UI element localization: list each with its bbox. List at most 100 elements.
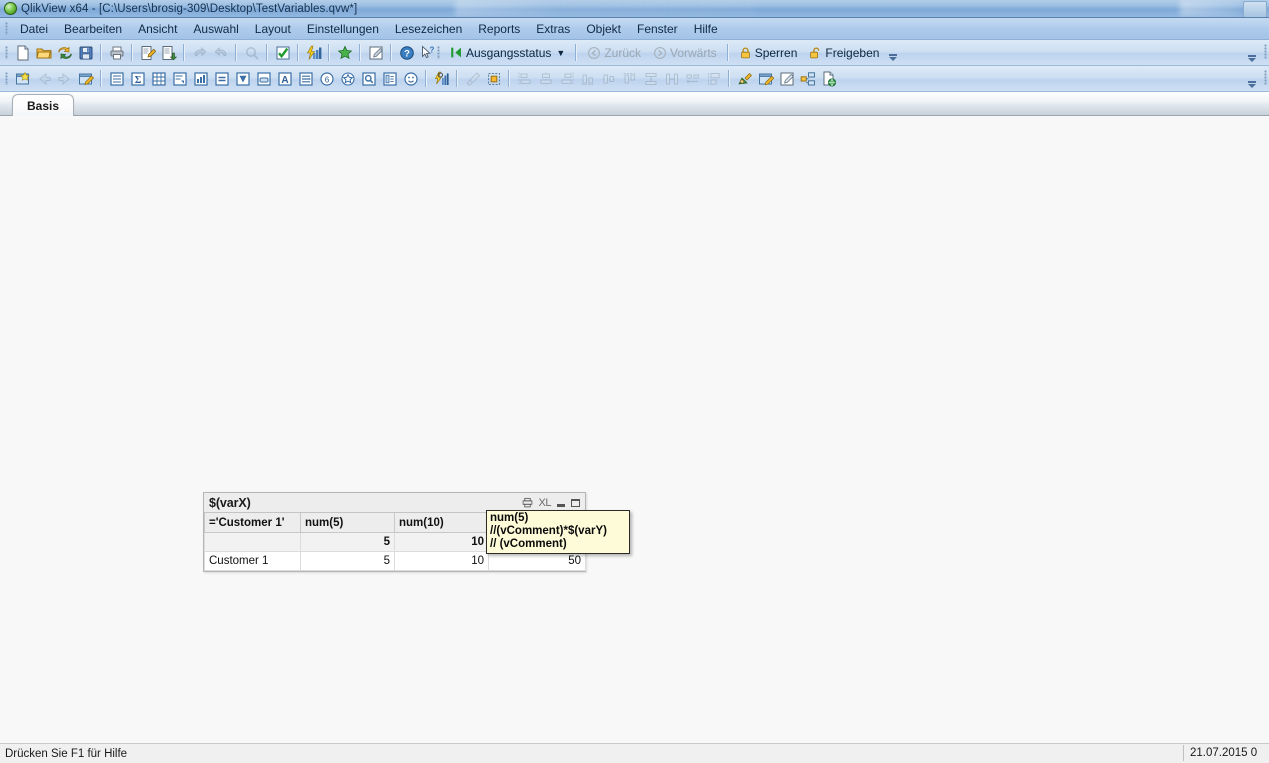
align-middle-icon[interactable] <box>598 68 619 89</box>
promote-sheet-left-icon[interactable] <box>33 68 54 89</box>
new-chart-icon[interactable] <box>190 68 211 89</box>
clear-state-button[interactable]: Ausgangsstatus ▼ <box>444 42 571 63</box>
new-current-selections-box-icon[interactable] <box>232 68 253 89</box>
new-line-arrow-icon[interactable] <box>295 68 316 89</box>
column-header-expression-1[interactable]: num(5) <box>300 513 395 533</box>
undo-icon[interactable] <box>189 42 210 63</box>
svg-text:6: 6 <box>324 75 329 84</box>
new-search-object-icon[interactable] <box>358 68 379 89</box>
design-toolbar-overflow-button[interactable] <box>1246 68 1258 89</box>
new-sheet-icon[interactable] <box>12 68 33 89</box>
cell-dimension[interactable]: Customer 1 <box>204 551 301 571</box>
document-properties-icon[interactable] <box>755 68 776 89</box>
align-bottom-icon[interactable] <box>577 68 598 89</box>
menu-item-layout[interactable]: Layout <box>247 20 299 38</box>
print-object-icon[interactable] <box>522 497 533 508</box>
column-header-expression-2[interactable]: num(10) <box>394 513 489 533</box>
new-text-object-icon[interactable]: A <box>274 68 295 89</box>
properties-icon[interactable] <box>431 68 452 89</box>
new-statistics-box-icon[interactable]: Σ <box>127 68 148 89</box>
publish-icon[interactable] <box>818 68 839 89</box>
toolbar-separator <box>100 44 102 61</box>
current-selections-icon[interactable] <box>272 42 293 63</box>
minimize-object-icon[interactable] <box>557 504 565 507</box>
distribute-vertical-icon[interactable] <box>640 68 661 89</box>
new-bookmark-object-icon[interactable] <box>337 68 358 89</box>
chevron-down-icon[interactable]: ▼ <box>556 48 565 58</box>
menu-item-auswahl[interactable]: Auswahl <box>185 20 246 38</box>
new-listbox-icon[interactable] <box>106 68 127 89</box>
reload-icon[interactable] <box>54 42 75 63</box>
align-top-icon[interactable] <box>619 68 640 89</box>
favorites-star-icon[interactable] <box>334 42 355 63</box>
activate-all-icon[interactable] <box>483 68 504 89</box>
new-multi-box-icon[interactable] <box>169 68 190 89</box>
menu-item-fenster[interactable]: Fenster <box>629 20 686 38</box>
new-container-icon[interactable] <box>379 68 400 89</box>
menu-item-hilfe[interactable]: Hilfe <box>686 20 726 38</box>
menu-item-bearbeiten[interactable]: Bearbeiten <box>56 20 130 38</box>
sheet-properties-icon[interactable] <box>75 68 96 89</box>
chart-wizard-icon[interactable] <box>303 42 324 63</box>
sheet-tab-strip: Basis <box>0 92 1269 116</box>
export-to-excel-icon[interactable]: XL <box>539 497 552 509</box>
forward-button[interactable]: Vorwärts <box>647 42 723 63</box>
new-input-box-icon[interactable] <box>211 68 232 89</box>
align-left-icon[interactable] <box>514 68 535 89</box>
sheet-work-area[interactable]: $(varX) XL ='Customer 1' num(5) num(10) … <box>0 116 1269 743</box>
cell-expression-2[interactable]: 10 <box>394 551 489 571</box>
sheet-tab-basis[interactable]: Basis <box>12 94 75 116</box>
menu-item-reports[interactable]: Reports <box>470 20 528 38</box>
help-icon[interactable]: ? <box>396 42 417 63</box>
navigation-toolbar-overflow-button[interactable] <box>885 42 901 63</box>
navigation-toolbar-grip[interactable] <box>437 46 440 59</box>
sheet-object-links-icon[interactable] <box>797 68 818 89</box>
cell-expression-3[interactable]: 50 <box>488 551 586 571</box>
total-cell-expression-1: 5 <box>300 532 395 552</box>
menu-bar-grip[interactable] <box>5 22 8 35</box>
align-center-h-icon[interactable] <box>535 68 556 89</box>
save-icon[interactable] <box>75 42 96 63</box>
menu-item-objekt[interactable]: Objekt <box>578 20 629 38</box>
align-right-icon[interactable] <box>556 68 577 89</box>
clear-formatting-icon[interactable] <box>462 68 483 89</box>
menu-item-extras[interactable]: Extras <box>528 20 578 38</box>
menu-item-ansicht[interactable]: Ansicht <box>130 20 185 38</box>
svg-text:A: A <box>281 75 288 86</box>
menu-item-einstellungen[interactable]: Einstellungen <box>299 20 387 38</box>
window-controls-button[interactable] <box>1243 1 1267 17</box>
cell-expression-1[interactable]: 5 <box>300 551 395 571</box>
table-row[interactable]: Customer 1 5 10 50 <box>204 551 586 571</box>
standard-toolbar-right-grip[interactable] <box>1264 44 1267 59</box>
redo-icon[interactable] <box>210 42 231 63</box>
back-button[interactable]: Zurück <box>581 42 647 63</box>
new-slider-calendar-icon[interactable]: 6 <box>316 68 337 89</box>
column-header-dimension[interactable]: ='Customer 1' <box>204 513 301 533</box>
standard-toolbar-grip[interactable] <box>5 46 8 59</box>
promote-sheet-right-icon[interactable] <box>54 68 75 89</box>
search-icon[interactable] <box>241 42 262 63</box>
edit-module-icon[interactable] <box>365 42 386 63</box>
new-table-box-icon[interactable] <box>148 68 169 89</box>
distribute-horizontal-icon[interactable] <box>661 68 682 89</box>
edit-script-icon[interactable] <box>137 42 158 63</box>
new-button-icon[interactable] <box>253 68 274 89</box>
open-document-icon[interactable] <box>33 42 54 63</box>
user-preferences-icon[interactable] <box>776 68 797 89</box>
design-toolbar-grip[interactable] <box>5 72 8 85</box>
maximize-object-icon[interactable] <box>571 498 580 507</box>
new-custom-object-icon[interactable] <box>400 68 421 89</box>
theme-maker-icon[interactable] <box>734 68 755 89</box>
menu-item-lesezeichen[interactable]: Lesezeichen <box>387 20 470 38</box>
print-icon[interactable] <box>106 42 127 63</box>
space-equally-v-icon[interactable] <box>703 68 724 89</box>
lock-selections-button[interactable]: Sperren <box>733 42 804 63</box>
new-document-icon[interactable] <box>12 42 33 63</box>
design-toolbar-right-grip[interactable] <box>1264 70 1267 85</box>
space-equally-h-icon[interactable] <box>682 68 703 89</box>
table-viewer-icon[interactable] <box>158 42 179 63</box>
unlock-selections-button[interactable]: Freigeben <box>803 42 885 63</box>
menu-item-datei[interactable]: Datei <box>12 20 56 38</box>
standard-toolbar: ? ? Ausgangsstatus ▼ Zurück Vorwärts Spe… <box>0 40 1269 66</box>
standard-toolbar-overflow-button[interactable] <box>1246 42 1258 63</box>
